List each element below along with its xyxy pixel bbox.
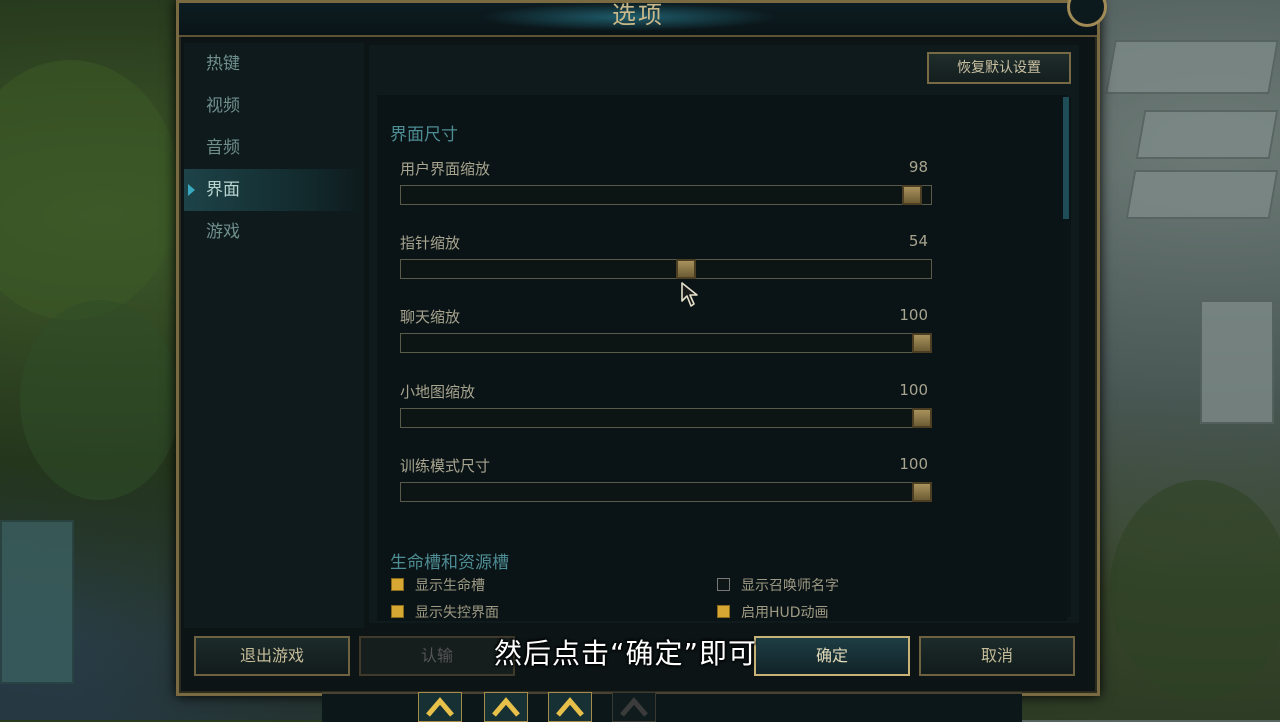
background-foliage xyxy=(20,300,180,500)
slider-thumb[interactable] xyxy=(901,185,922,205)
dialog-title: 选项 xyxy=(612,1,664,29)
slider-value: 98 xyxy=(908,158,928,176)
ok-button[interactable]: 确定 xyxy=(754,636,910,676)
slider-chat-scale: 聊天缩放 100 xyxy=(400,306,932,356)
level-up-button[interactable] xyxy=(548,692,592,722)
background-foliage xyxy=(1110,480,1280,700)
slider-label: 训练模式尺寸 xyxy=(400,457,491,475)
sidebar-item-hotkeys[interactable]: 热键 xyxy=(184,43,364,85)
background-stone xyxy=(1125,170,1279,219)
slider-thumb[interactable] xyxy=(912,333,932,353)
background-statue xyxy=(0,520,74,684)
background-foliage xyxy=(0,60,180,320)
section-title-health-bars: 生命槽和资源槽 xyxy=(390,553,509,573)
surrender-button[interactable]: 认输 xyxy=(359,636,515,676)
slider-label: 指针缩放 xyxy=(400,234,461,252)
slider-track[interactable] xyxy=(400,333,932,353)
title-bar: 选项 xyxy=(179,0,1107,37)
reset-defaults-button[interactable]: 恢复默认设置 xyxy=(927,52,1071,84)
slider-ui-scale: 用户界面缩放 98 xyxy=(400,158,932,208)
checkbox-label: 启用HUD动画 xyxy=(741,605,829,621)
settings-content: 恢复默认设置 界面尺寸 用户界面缩放 98 指针缩放 54 聊天缩放 100 小… xyxy=(369,45,1079,623)
chevron-up-icon xyxy=(426,697,454,717)
scrollbar-thumb[interactable] xyxy=(1063,97,1069,219)
slider-value: 100 xyxy=(899,306,928,324)
slider-value: 54 xyxy=(908,232,928,250)
scrollbar-track[interactable] xyxy=(1063,97,1071,617)
checkbox-label: 显示生命槽 xyxy=(415,578,485,594)
level-up-button[interactable] xyxy=(418,692,462,722)
slider-track[interactable] xyxy=(400,259,932,279)
slider-cursor-scale: 指针缩放 54 xyxy=(400,232,932,282)
section-title-interface-size: 界面尺寸 xyxy=(390,125,458,145)
slider-practice-size: 训练模式尺寸 100 xyxy=(400,455,932,505)
checkbox[interactable] xyxy=(717,605,730,618)
slider-value: 100 xyxy=(899,455,928,473)
background-stone xyxy=(1200,300,1274,424)
sidebar-item-game[interactable]: 游戏 xyxy=(184,211,364,253)
checkbox[interactable] xyxy=(717,578,730,591)
slider-thumb[interactable] xyxy=(912,408,932,428)
sidebar-item-interface[interactable]: 界面 xyxy=(184,169,364,211)
chevron-up-icon xyxy=(492,697,520,717)
quit-game-button[interactable]: 退出游戏 xyxy=(194,636,350,676)
slider-label: 小地图缩放 xyxy=(400,383,476,401)
slider-minimap-scale: 小地图缩放 100 xyxy=(400,381,932,431)
background-stone xyxy=(1135,110,1279,159)
checkbox[interactable] xyxy=(391,578,404,591)
slider-thumb[interactable] xyxy=(676,259,697,279)
mouse-pointer-icon xyxy=(681,282,698,307)
options-dialog: 选项 热键 视频 音频 界面 游戏 恢复默认设置 界面尺寸 用户界面缩放 98 … xyxy=(176,0,1107,696)
checkbox-label: 显示召唤师名字 xyxy=(741,578,839,594)
settings-scroll-pane[interactable]: 界面尺寸 用户界面缩放 98 指针缩放 54 聊天缩放 100 小地图缩放 10… xyxy=(377,95,1067,621)
level-up-button-disabled[interactable] xyxy=(612,692,656,722)
sidebar-item-video[interactable]: 视频 xyxy=(184,85,364,127)
checkbox[interactable] xyxy=(391,605,404,618)
background-stone xyxy=(1105,40,1279,94)
slider-thumb[interactable] xyxy=(912,482,932,502)
video-subtitle: 然后点击“确定”即可 xyxy=(494,637,758,670)
options-sidebar: 热键 视频 音频 界面 游戏 xyxy=(184,43,364,628)
slider-track[interactable] xyxy=(400,185,932,205)
sidebar-item-audio[interactable]: 音频 xyxy=(184,127,364,169)
chevron-up-icon xyxy=(556,697,584,717)
slider-value: 100 xyxy=(899,381,928,399)
slider-label: 聊天缩放 xyxy=(400,308,461,326)
slider-track[interactable] xyxy=(400,408,932,428)
slider-track[interactable] xyxy=(400,482,932,502)
slider-label: 用户界面缩放 xyxy=(400,160,491,178)
checkbox-label: 显示失控界面 xyxy=(415,605,499,621)
cancel-button[interactable]: 取消 xyxy=(919,636,1075,676)
chevron-up-icon xyxy=(620,697,648,717)
level-up-button[interactable] xyxy=(484,692,528,722)
